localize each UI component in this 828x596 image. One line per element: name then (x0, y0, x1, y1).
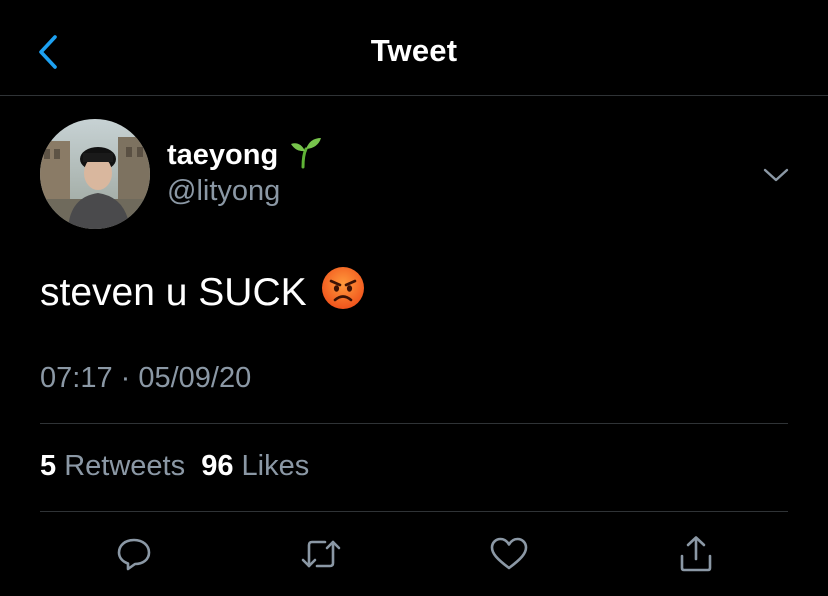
page-title: Tweet (370, 33, 458, 68)
author-handle[interactable]: @lityong (167, 175, 280, 208)
share-icon (680, 536, 712, 572)
retweet-icon (301, 540, 341, 568)
seedling-icon (288, 135, 322, 174)
divider (40, 511, 788, 512)
divider (40, 423, 788, 424)
more-options-button[interactable] (758, 160, 794, 190)
retweet-button[interactable] (299, 534, 343, 574)
display-name[interactable]: taeyong (167, 139, 278, 172)
like-icon (490, 537, 528, 570)
likes-stat[interactable]: 96 Likes (201, 450, 309, 482)
author-name-row[interactable]: taeyong (167, 137, 322, 173)
tweet-timestamp[interactable]: 07:17 · 05/09/20 (40, 362, 251, 395)
engagement-stats: 5 Retweets 96 Likes (40, 450, 309, 483)
avatar[interactable] (40, 119, 150, 229)
tweet-body: steven u SUCK (40, 266, 365, 320)
chevron-down-icon (763, 168, 789, 182)
tweet-text: steven u SUCK (40, 271, 307, 314)
retweets-stat[interactable]: 5 Retweets (40, 450, 185, 482)
reply-icon (117, 538, 151, 571)
retweets-count: 5 (40, 450, 57, 482)
likes-count: 96 (201, 450, 234, 482)
avatar-photo (40, 119, 150, 229)
like-button[interactable] (487, 534, 531, 574)
retweets-label: Retweets (64, 450, 186, 482)
share-button[interactable] (674, 534, 718, 574)
angry-face-icon (321, 266, 365, 320)
tweet-header: Tweet (0, 0, 828, 96)
reply-button[interactable] (112, 534, 156, 574)
likes-label: Likes (241, 450, 310, 482)
